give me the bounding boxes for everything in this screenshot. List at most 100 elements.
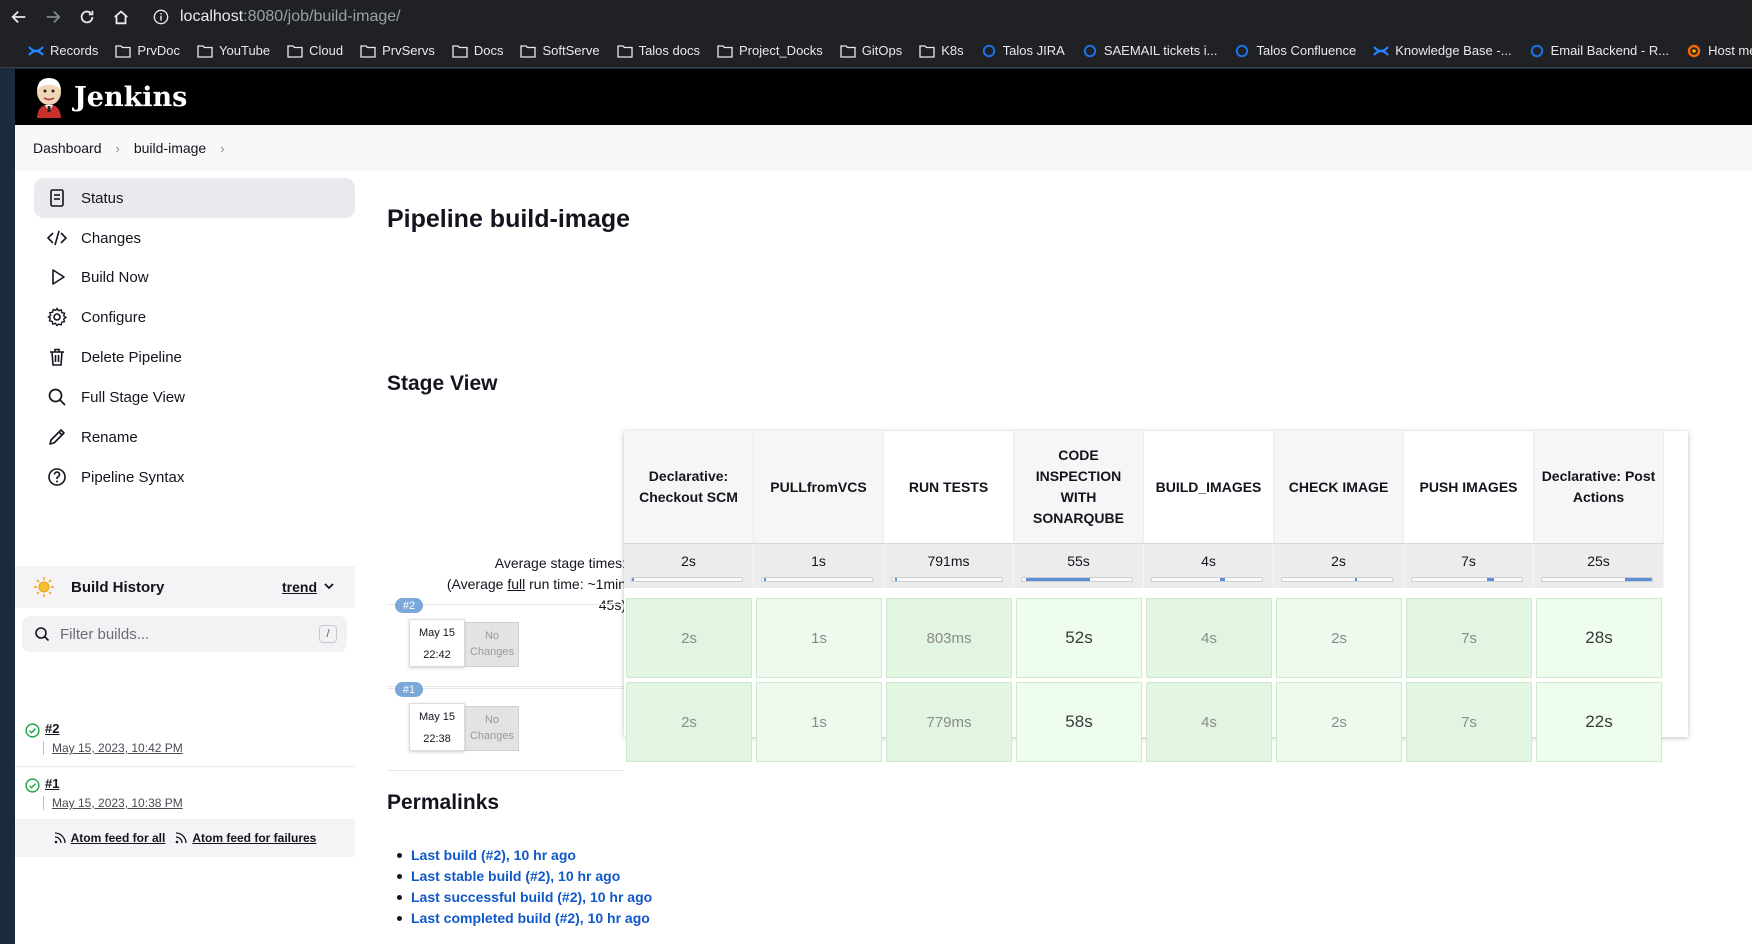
bookmark-talos-docs[interactable]: Talos docs <box>616 43 700 58</box>
stage-header-code-inspection-with-sonarqube: CODE INSPECTION WITH SONARQUBE <box>1014 431 1144 543</box>
average-label-suffix: run time: ~1min <box>525 576 626 592</box>
average-label-prefix: (Average <box>446 576 508 592</box>
breadcrumb-dashboard[interactable]: Dashboard <box>33 140 102 156</box>
stage-average: 2s <box>1274 543 1404 588</box>
stage-cell-run2-build-images[interactable]: 4s <box>1146 598 1272 678</box>
bookmark-youtube[interactable]: YouTube <box>197 43 270 58</box>
sidebar-item-delete-pipeline[interactable]: Delete Pipeline <box>34 337 355 377</box>
bookmark-gitops[interactable]: GitOps <box>840 43 902 58</box>
bookmark-label: Talos JIRA <box>1002 43 1065 58</box>
bookmark-k8s[interactable]: K8s <box>919 43 964 58</box>
stage-cell-run2-check-image[interactable]: 2s <box>1276 598 1402 678</box>
atom-feed-failures-label: Atom feed for failures <box>192 831 317 845</box>
forward-button[interactable] <box>38 2 68 32</box>
run-badge[interactable]: #2 <box>395 598 423 613</box>
filter-builds-input[interactable] <box>60 625 300 643</box>
bookmark-host-metr[interactable]: Host metr <box>1686 43 1752 58</box>
average-full-link[interactable]: full <box>507 576 525 592</box>
sidebar-item-changes[interactable]: Changes <box>34 218 355 258</box>
run-badge[interactable]: #1 <box>395 682 423 697</box>
stage-cell-run2-push-images[interactable]: 7s <box>1406 598 1532 678</box>
app-title[interactable]: Jenkins <box>74 82 187 113</box>
reload-button[interactable] <box>72 2 102 32</box>
breadcrumb-build-image[interactable]: build-image <box>134 140 206 156</box>
chevron-right-icon[interactable]: › <box>220 141 224 156</box>
build-number-link[interactable]: #2 <box>45 721 59 736</box>
back-button[interactable] <box>4 2 34 32</box>
sidebar-item-status[interactable]: Status <box>34 178 355 218</box>
success-check-icon <box>25 723 40 738</box>
bookmark-talos-confluence[interactable]: Talos Confluence <box>1234 43 1356 58</box>
atom-feed-all-link[interactable]: Atom feed for all <box>54 831 165 845</box>
build-date-link[interactable]: May 15, 2023, 10:42 PM <box>43 741 183 755</box>
stage-cell-run2-declarative-checkout-scm[interactable]: 2s <box>626 598 752 678</box>
run-date: May 15 22:42 <box>409 619 465 667</box>
site-info-icon[interactable] <box>152 8 170 26</box>
bookmark-email-backend-r[interactable]: Email Backend - R... <box>1529 43 1669 58</box>
rss-icon <box>176 832 187 844</box>
stage-average: 7s <box>1404 543 1534 588</box>
jenkins-logo-icon[interactable] <box>32 76 66 118</box>
stage-cell-run1-declarative-checkout-scm[interactable]: 2s <box>626 682 752 762</box>
sidebar-item-full-stage-view[interactable]: Full Stage View <box>34 377 355 417</box>
stage-cell-run1-build-images[interactable]: 4s <box>1146 682 1272 762</box>
stage-header-declarative-checkout-scm: Declarative: Checkout SCM <box>624 431 754 543</box>
code-icon <box>46 227 68 249</box>
bookmark-knowledge-base[interactable]: Knowledge Base -... <box>1373 43 1512 58</box>
stage-cell-run2-declarative-post-actions[interactable]: 28s <box>1536 598 1662 678</box>
stage-view-title: Stage View <box>387 372 498 395</box>
permalink-item[interactable]: Last build (#2), 10 hr ago <box>396 845 652 866</box>
ring-icon <box>1082 44 1098 58</box>
bookmark-talos-jira[interactable]: Talos JIRA <box>981 43 1065 58</box>
stage-cell-run1-check-image[interactable]: 2s <box>1276 682 1402 762</box>
bookmark-project-docks[interactable]: Project_Docks <box>717 43 823 58</box>
home-icon <box>114 10 128 25</box>
run-date-day: May 15 <box>418 711 456 723</box>
filter-builds-field[interactable]: / <box>22 616 347 652</box>
notepad-icon <box>46 187 68 209</box>
bookmark-saemail-tickets-i[interactable]: SAEMAIL tickets i... <box>1082 43 1218 58</box>
bookmark-prvservs[interactable]: PrvServs <box>360 43 435 58</box>
sidebar-item-rename[interactable]: Rename <box>34 417 355 457</box>
permalinks-title: Permalinks <box>387 791 500 814</box>
permalink-item[interactable]: Last completed build (#2), 10 hr ago <box>396 908 652 929</box>
bookmark-prvdoc[interactable]: PrvDoc <box>115 43 180 58</box>
permalink-item[interactable]: Last successful build (#2), 10 hr ago <box>396 887 652 908</box>
bookmark-cloud[interactable]: Cloud <box>287 43 343 58</box>
stage-average-time: 791ms <box>927 553 970 569</box>
page-title: Pipeline build-image <box>387 205 631 233</box>
folder-icon <box>520 44 537 58</box>
sidebar-item-label: Configure <box>81 308 147 326</box>
build-number-link[interactable]: #1 <box>45 776 59 791</box>
sidebar-item-configure[interactable]: Configure <box>34 297 355 337</box>
address-bar[interactable]: localhost:8080/job/build-image/ <box>152 4 1752 30</box>
bookmark-softserve[interactable]: SoftServe <box>520 43 600 58</box>
atom-feed-failures-link[interactable]: Atom feed for failures <box>175 831 316 845</box>
stage-cell-run1-pullfromvcs[interactable]: 1s <box>756 682 882 762</box>
bookmark-records[interactable]: Records <box>28 43 98 58</box>
folder-icon <box>717 44 733 58</box>
stage-cell-run2-code-inspection-with-sonarqube[interactable]: 52s <box>1016 598 1142 678</box>
stage-cell-run1-push-images[interactable]: 7s <box>1406 682 1532 762</box>
bookmark-label: SoftServe <box>542 43 600 58</box>
stage-cell-run2-run-tests[interactable]: 803ms <box>886 598 1012 678</box>
stage-cell-run1-declarative-post-actions[interactable]: 22s <box>1536 682 1662 762</box>
sidebar-item-pipeline-syntax[interactable]: Pipeline Syntax <box>34 457 355 497</box>
chevron-down-icon[interactable] <box>323 580 335 592</box>
stage-cell-run1-code-inspection-with-sonarqube[interactable]: 58s <box>1016 682 1142 762</box>
trend-link[interactable]: trend <box>282 579 317 595</box>
home-button[interactable] <box>106 2 136 32</box>
permalink-item[interactable]: Last stable build (#2), 10 hr ago <box>396 866 652 887</box>
stage-cell-run2-pullfromvcs[interactable]: 1s <box>756 598 882 678</box>
stage-average-bar-fill <box>895 578 898 581</box>
run-changes-line2: Changes <box>469 730 515 742</box>
bookmark-docs[interactable]: Docs <box>452 43 503 58</box>
build-date-link[interactable]: May 15, 2023, 10:38 PM <box>43 796 183 810</box>
sidebar-item-build-now[interactable]: Build Now <box>34 257 355 297</box>
bookmark-label: Project_Docks <box>738 43 823 58</box>
stage-cell-run1-run-tests[interactable]: 779ms <box>886 682 1012 762</box>
folder-icon <box>197 44 213 58</box>
run-date-time: 22:38 <box>423 733 451 745</box>
build-history-row: #2 May 15, 2023, 10:42 PM <box>15 713 355 767</box>
bookmark-label: SAEMAIL tickets i... <box>1103 43 1218 58</box>
